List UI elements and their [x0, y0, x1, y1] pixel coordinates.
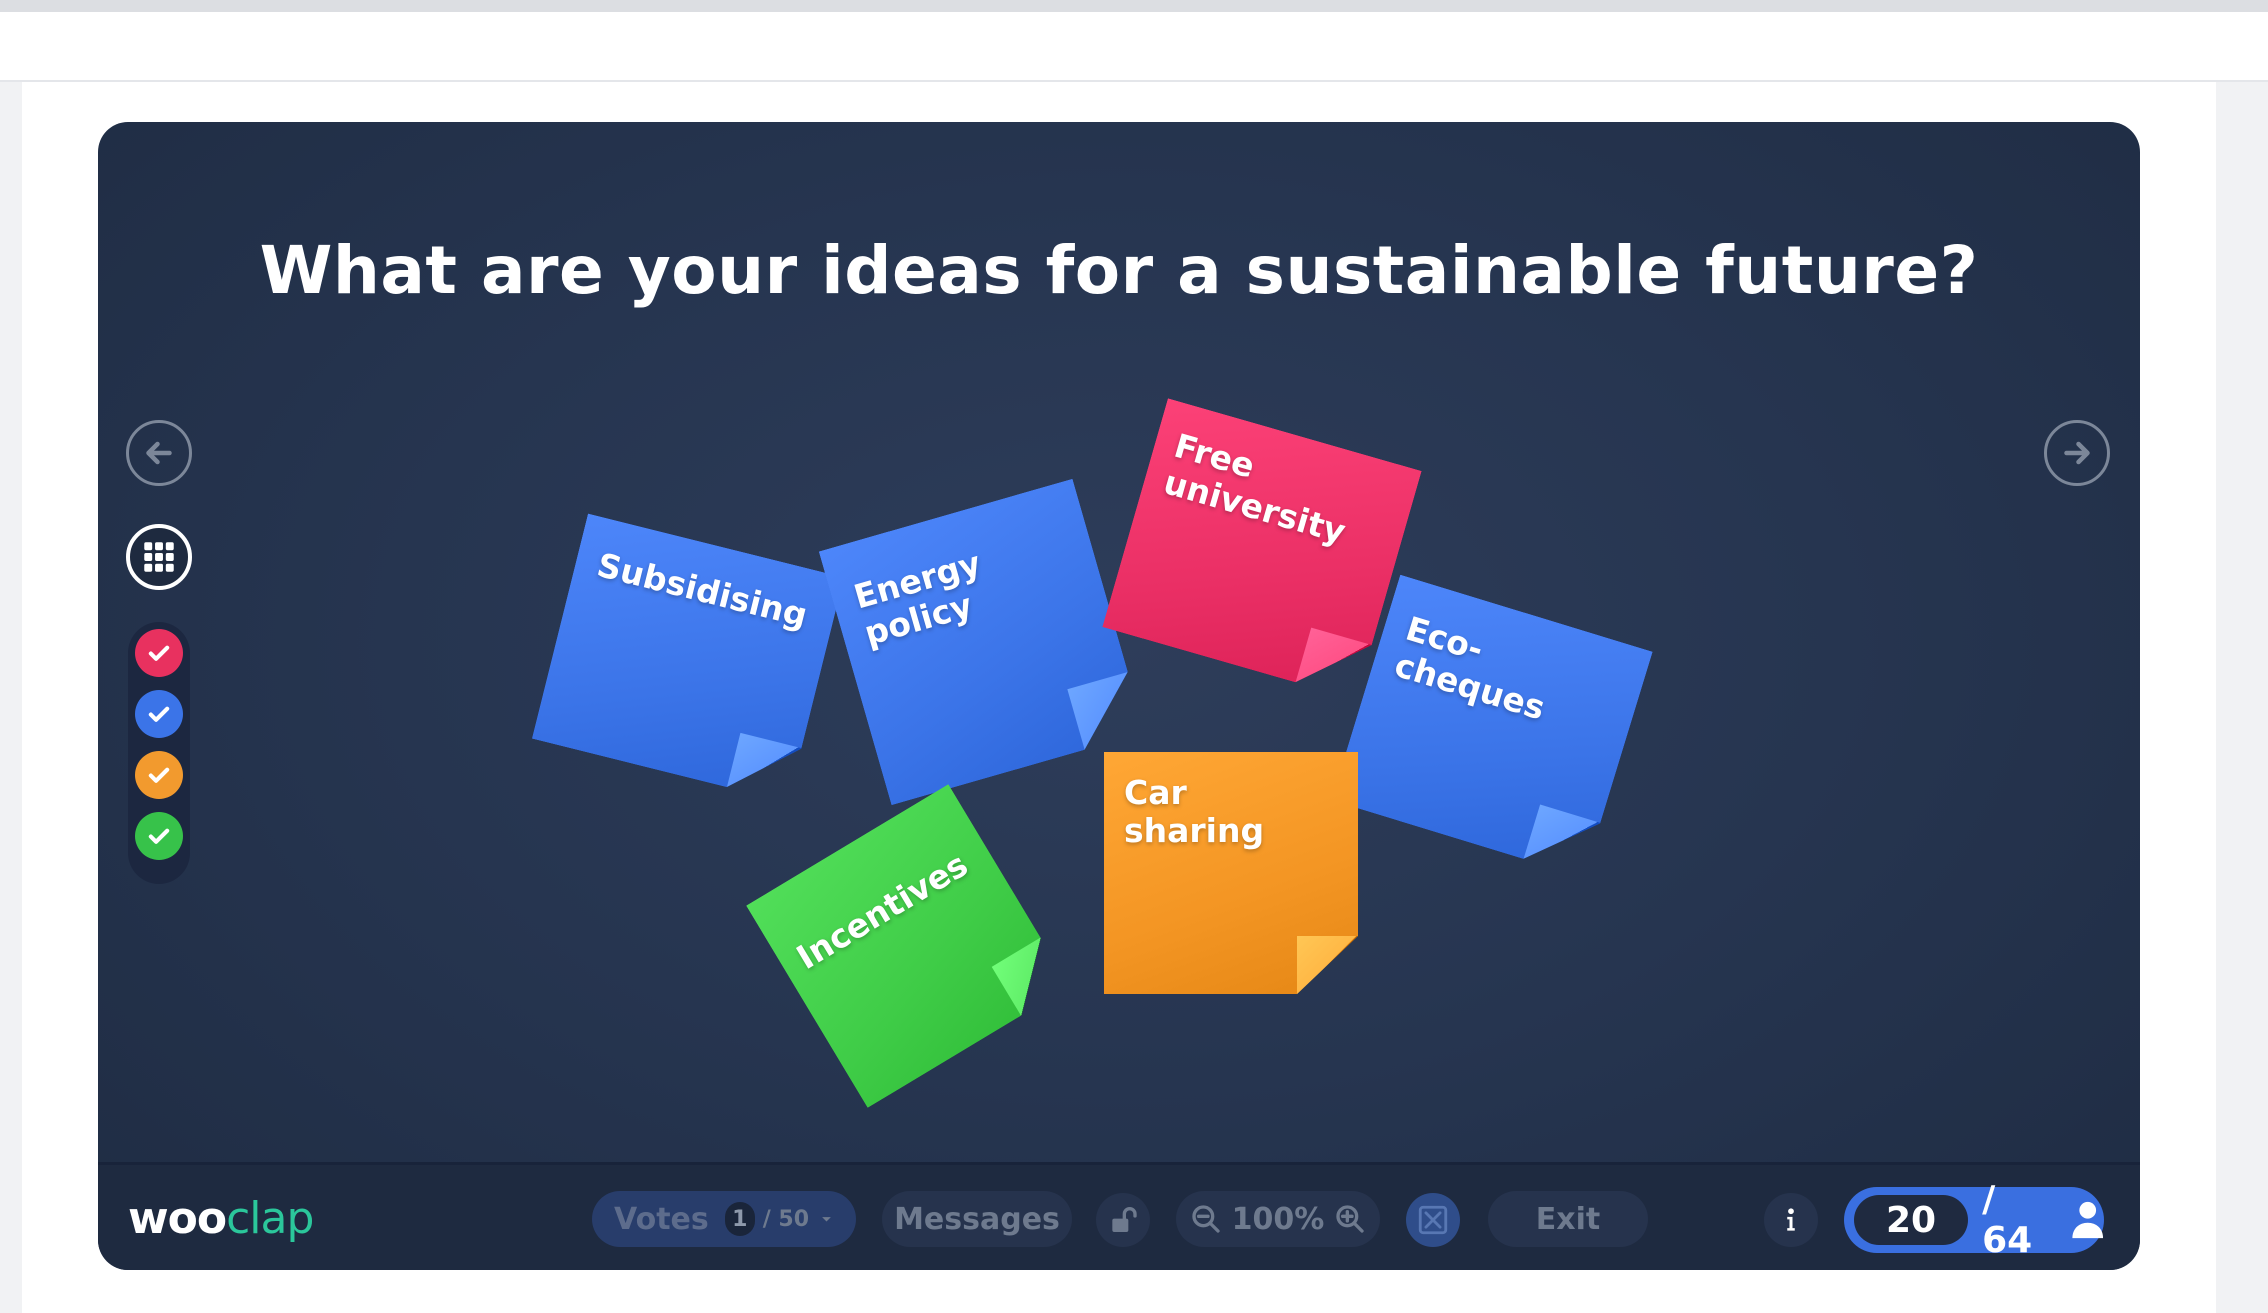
idea-note-energy-policy[interactable]: Energy policy [819, 479, 1146, 806]
check-icon [148, 767, 170, 783]
wooclap-logo: wooclap [128, 1193, 314, 1244]
info-icon [1787, 1208, 1795, 1231]
check-icon [148, 828, 170, 844]
note-fold [1297, 935, 1358, 994]
check-icon [148, 645, 170, 661]
idea-note-car-sharing[interactable]: Car sharing [1104, 752, 1358, 994]
bottom-toolbar: wooclap Votes 1 / 50 Messages 100% Exit … [98, 1162, 2140, 1270]
browser-top-strip [0, 0, 2268, 12]
zoom-in-icon[interactable] [1334, 1203, 1366, 1235]
user-icon [2071, 1201, 2103, 1239]
grid-view-button[interactable] [126, 524, 192, 590]
filter-blue-checkbox[interactable] [135, 690, 183, 738]
votes-dropdown[interactable]: Votes 1 / 50 [592, 1191, 856, 1247]
next-slide-button[interactable] [2044, 420, 2110, 486]
page-header-bar [0, 12, 2268, 82]
filter-red-checkbox[interactable] [135, 629, 183, 677]
idea-note-subsidising[interactable]: Subsidising [532, 514, 844, 803]
idea-note-free-university[interactable]: Free university [1102, 398, 1421, 700]
idea-note-text: Energy policy [849, 543, 986, 654]
filter-green-checkbox[interactable] [135, 812, 183, 860]
idea-note-text: Eco-cheques [1390, 608, 1550, 728]
presentation-stage: What are your ideas for a sustainable fu… [98, 122, 2140, 1270]
note-fold [1067, 672, 1145, 750]
idea-note-incentives[interactable]: Incentives [746, 784, 1070, 1108]
exit-button[interactable]: Exit [1488, 1191, 1648, 1247]
unlock-button[interactable] [1096, 1193, 1150, 1247]
note-fold [992, 938, 1070, 1016]
messages-button[interactable]: Messages [882, 1191, 1072, 1247]
note-fold [1295, 627, 1372, 699]
logo-text-secondary: clap [226, 1193, 314, 1244]
participants-total: / 64 [1982, 1179, 2033, 1261]
votes-label: Votes [614, 1201, 709, 1237]
color-filter-panel [128, 622, 190, 884]
zoom-controls: 100% [1176, 1191, 1380, 1247]
previous-slide-button[interactable] [126, 420, 192, 486]
idea-note-eco-cheques[interactable]: Eco-cheques [1331, 575, 1652, 878]
votes-current-count: 1 [724, 1202, 755, 1236]
participants-counter[interactable]: 20 / 64 [1844, 1179, 2104, 1261]
idea-note-text: Subsidising [593, 545, 812, 635]
check-icon [148, 706, 170, 722]
question-title: What are your ideas for a sustainable fu… [259, 232, 1979, 309]
logo-text-primary: woo [128, 1193, 227, 1244]
exit-label: Exit [1535, 1201, 1601, 1237]
votes-total: / 50 [762, 1206, 810, 1232]
idea-note-text: Free university [1159, 425, 1350, 552]
zoom-out-icon[interactable] [1190, 1203, 1222, 1235]
grid-icon [144, 542, 174, 572]
filter-orange-checkbox[interactable] [135, 751, 183, 799]
messages-label: Messages [894, 1201, 1060, 1237]
info-button[interactable] [1764, 1193, 1818, 1247]
participants-current: 20 [1854, 1195, 1969, 1245]
idea-note-text: Car sharing [1124, 773, 1265, 850]
arrow-left-icon [146, 441, 172, 465]
lock-open-icon [1112, 1207, 1137, 1232]
zoom-level: 100% [1231, 1201, 1325, 1237]
fullscreen-icon [1418, 1205, 1448, 1235]
fullscreen-button[interactable] [1406, 1193, 1460, 1247]
arrow-right-icon [2064, 441, 2090, 465]
chevron-down-icon [822, 1217, 831, 1222]
note-fold [727, 733, 802, 802]
note-fold [1523, 805, 1600, 878]
idea-note-text: Incentives [789, 844, 975, 977]
